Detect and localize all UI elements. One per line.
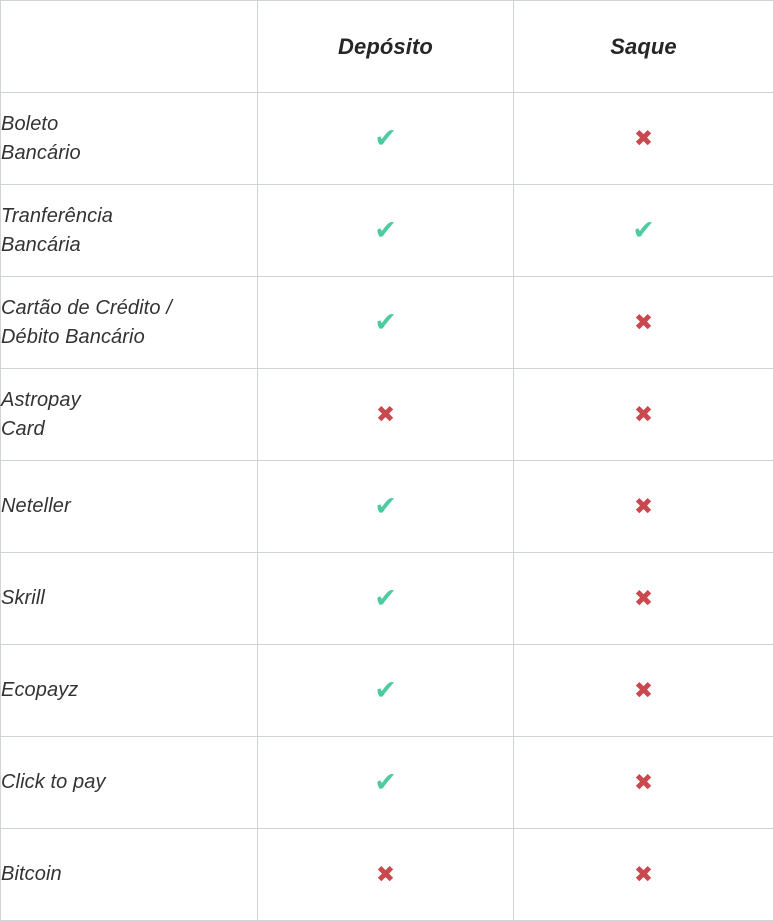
check-icon: ✔	[374, 493, 397, 520]
payment-method-name-line: Boleto	[1, 110, 257, 139]
check-icon: ✔	[374, 677, 397, 704]
cross-icon: ✖	[634, 495, 653, 518]
payment-method-name-line: Bancário	[1, 139, 257, 168]
table-header: Depósito Saque	[1, 1, 773, 93]
payment-method-name-line: Bancária	[1, 231, 257, 260]
payment-method-name: Neteller	[1, 461, 258, 553]
status-cell-deposit: ✔	[258, 93, 514, 185]
cross-icon: ✖	[634, 771, 653, 794]
payment-method-name-line: Skrill	[1, 584, 257, 613]
cross-icon: ✖	[376, 863, 395, 886]
table-header-row: Depósito Saque	[1, 1, 773, 93]
table-row: TranferênciaBancária ✔ ✔	[1, 185, 773, 277]
column-header-withdraw: Saque	[514, 1, 773, 93]
payment-method-name-line: Card	[1, 415, 257, 444]
table-row: Ecopayz ✔ ✖	[1, 645, 773, 737]
status-cell-withdraw: ✖	[514, 645, 773, 737]
status-cell-deposit: ✔	[258, 553, 514, 645]
payment-method-name-line: Débito Bancário	[1, 323, 257, 352]
payment-method-name: Ecopayz	[1, 645, 258, 737]
status-cell-withdraw: ✖	[514, 277, 773, 369]
status-cell-deposit: ✖	[258, 369, 514, 461]
status-cell-withdraw: ✖	[514, 553, 773, 645]
column-header-method	[1, 1, 258, 93]
payment-method-name: BoletoBancário	[1, 93, 258, 185]
cross-icon: ✖	[634, 679, 653, 702]
table-row: AstropayCard ✖ ✖	[1, 369, 773, 461]
payment-method-name-line: Click to pay	[1, 768, 257, 797]
cross-icon: ✖	[634, 311, 653, 334]
status-cell-withdraw: ✖	[514, 461, 773, 553]
table-row: Cartão de Crédito /Débito Bancário ✔ ✖	[1, 277, 773, 369]
payment-method-name-line: Bitcoin	[1, 860, 257, 889]
cross-icon: ✖	[376, 403, 395, 426]
status-cell-deposit: ✔	[258, 737, 514, 829]
payment-method-name: Click to pay	[1, 737, 258, 829]
cross-icon: ✖	[634, 863, 653, 886]
payment-method-name: AstropayCard	[1, 369, 258, 461]
table-row: Bitcoin ✖ ✖	[1, 829, 773, 921]
payment-methods-table: Depósito Saque BoletoBancário ✔ ✖ Tranferên…	[0, 0, 773, 921]
status-cell-withdraw: ✖	[514, 93, 773, 185]
table-row: Click to pay ✔ ✖	[1, 737, 773, 829]
column-header-deposit: Depósito	[258, 1, 514, 93]
status-cell-deposit: ✖	[258, 829, 514, 921]
status-cell-withdraw: ✖	[514, 369, 773, 461]
payment-method-name-line: Astropay	[1, 386, 257, 415]
status-cell-deposit: ✔	[258, 461, 514, 553]
payment-method-name-line: Ecopayz	[1, 676, 257, 705]
payment-method-name-line: Cartão de Crédito /	[1, 294, 257, 323]
status-cell-deposit: ✔	[258, 645, 514, 737]
check-icon: ✔	[374, 217, 397, 244]
cross-icon: ✖	[634, 403, 653, 426]
check-icon: ✔	[374, 585, 397, 612]
check-icon: ✔	[374, 125, 397, 152]
status-cell-deposit: ✔	[258, 277, 514, 369]
payment-method-name: Skrill	[1, 553, 258, 645]
table-body: BoletoBancário✔✖TranferênciaBancária✔✔Ca…	[1, 93, 773, 921]
payment-method-name: TranferênciaBancária	[1, 185, 258, 277]
cross-icon: ✖	[634, 127, 653, 150]
check-icon: ✔	[632, 217, 655, 244]
payment-method-name: Cartão de Crédito /Débito Bancário	[1, 277, 258, 369]
status-cell-deposit: ✔	[258, 185, 514, 277]
payment-method-name-line: Neteller	[1, 492, 257, 521]
check-icon: ✔	[374, 769, 397, 796]
table-row: BoletoBancário ✔ ✖	[1, 93, 773, 185]
table-row: Skrill ✔ ✖	[1, 553, 773, 645]
table-row: Neteller ✔ ✖	[1, 461, 773, 553]
status-cell-withdraw: ✖	[514, 737, 773, 829]
check-icon: ✔	[374, 309, 397, 336]
status-cell-withdraw: ✖	[514, 829, 773, 921]
status-cell-withdraw: ✔	[514, 185, 773, 277]
cross-icon: ✖	[634, 587, 653, 610]
payment-method-name-line: Tranferência	[1, 202, 257, 231]
payment-method-name: Bitcoin	[1, 829, 258, 921]
